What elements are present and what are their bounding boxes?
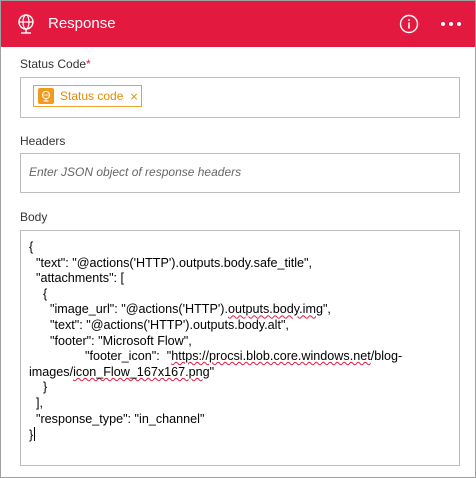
body-line: /blog- [370, 349, 403, 364]
body-line: ], [29, 395, 43, 410]
status-code-field[interactable]: Status code × [20, 77, 460, 118]
body-line: "attachments": [ [29, 271, 125, 286]
card-title: Response [48, 15, 116, 32]
body-line: { [29, 240, 34, 254]
info-icon[interactable] [399, 14, 419, 34]
body-line: "text": "@actions('HTTP').outputs.body.a… [29, 317, 289, 332]
body-editor[interactable]: { "text": "@actions('HTTP').outputs.body… [20, 230, 460, 466]
globe-icon [38, 88, 54, 104]
body-line: images/ [29, 364, 74, 379]
body-line: "response_type": "in_channel" [29, 411, 205, 426]
body-line: ", [322, 302, 331, 317]
globe-icon [18, 14, 34, 34]
body-line-spellcheck: outputs.body.img [227, 302, 323, 317]
body-content[interactable]: { "text": "@actions('HTTP').outputs.body… [29, 240, 402, 444]
body-line: "image_url": "@actions('HTTP'). [29, 302, 228, 317]
body-line: } [29, 380, 48, 395]
body-line: "text": "@actions('HTTP').outputs.body.s… [29, 255, 313, 270]
body-line: "footer": "Microsoft Flow", [29, 333, 192, 348]
card-header[interactable]: Response [1, 1, 475, 47]
body-line: { [29, 286, 48, 301]
body-label: Body [20, 210, 48, 224]
text-caret [34, 427, 36, 442]
body-line: "footer_icon": " [29, 349, 172, 364]
more-options-icon[interactable] [439, 14, 463, 34]
headers-label: Headers [20, 134, 66, 148]
body-line-spellcheck: icon_Flow_167x167.png [73, 364, 210, 379]
status-code-label-text: Status Code [20, 57, 87, 71]
headers-placeholder: Enter JSON object of response headers [29, 165, 242, 179]
response-card: Response Status Code* Status code × Head… [0, 0, 476, 478]
token-label: Status code [60, 89, 124, 103]
required-asterisk: * [86, 57, 91, 71]
status-code-token[interactable]: Status code × [33, 85, 142, 107]
body-line: } [29, 428, 34, 443]
body-line-spellcheck: https://procsi.blob.core.windows.net [171, 349, 371, 364]
status-code-label: Status Code* [20, 57, 91, 71]
headers-input[interactable]: Enter JSON object of response headers [20, 153, 460, 193]
token-remove-button[interactable]: × [129, 90, 138, 103]
body-line: " [209, 364, 215, 379]
